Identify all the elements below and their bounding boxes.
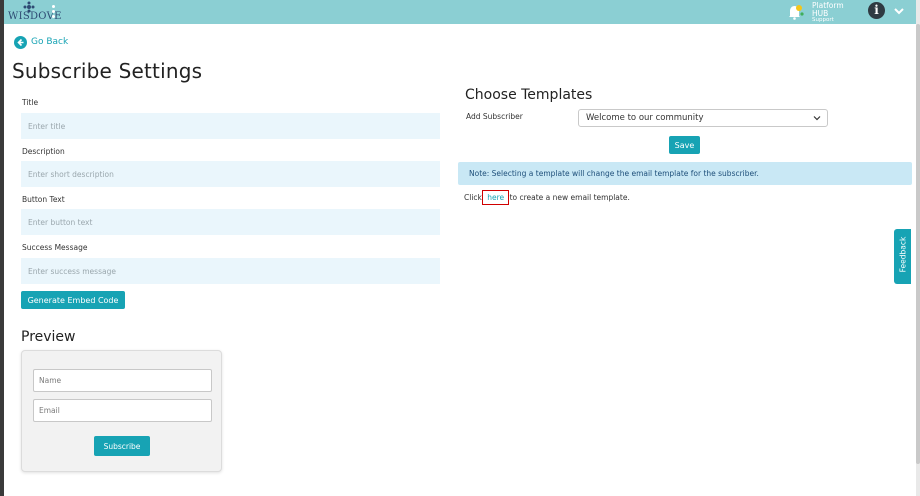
- app-logo[interactable]: WISDOVE: [8, 1, 61, 23]
- generate-embed-code-button[interactable]: Generate Embed Code: [21, 291, 125, 309]
- go-back-link[interactable]: Go Back: [14, 35, 68, 49]
- template-select-value: Welcome to our community: [586, 113, 704, 123]
- here-link[interactable]: here: [482, 190, 510, 205]
- description-label: Description: [22, 147, 65, 156]
- notification-bell-icon[interactable]: [786, 3, 804, 21]
- preview-title: Preview: [21, 329, 76, 345]
- success-message-label: Success Message: [22, 243, 88, 252]
- feedback-label: Feedback: [898, 236, 908, 273]
- feedback-tab[interactable]: Feedback: [894, 229, 911, 284]
- button-text-label: Button Text: [22, 195, 65, 204]
- preview-name-input[interactable]: [33, 369, 212, 392]
- kebab-menu-icon[interactable]: [52, 4, 56, 20]
- create-template-hint: Click here to create a new email templat…: [464, 190, 630, 205]
- template-note: Note: Selecting a template will change t…: [458, 162, 912, 185]
- success-message-input[interactable]: [21, 258, 440, 284]
- title-input[interactable]: [21, 113, 440, 139]
- top-navbar: WISDOVE Platform HUB Support i: [4, 0, 916, 24]
- save-button[interactable]: Save: [669, 136, 700, 154]
- click-suffix: to create a new email template.: [509, 193, 630, 202]
- chevron-down-icon: [813, 116, 821, 121]
- scrollbar-thumb[interactable]: [916, 24, 920, 464]
- platform-hub-subtitle: Support: [812, 17, 834, 23]
- preview-email-input[interactable]: [33, 399, 212, 422]
- choose-templates-title: Choose Templates: [465, 87, 593, 103]
- platform-hub-label[interactable]: Platform HUB Support: [812, 2, 862, 24]
- click-prefix: Click: [464, 193, 482, 202]
- arrow-left-icon: [14, 35, 27, 49]
- platform-hub-title: Platform HUB: [812, 1, 844, 18]
- window-edge: [0, 0, 4, 496]
- add-subscriber-label: Add Subscriber: [466, 112, 523, 121]
- preview-card: Subscribe: [21, 350, 222, 472]
- preview-subscribe-button[interactable]: Subscribe: [94, 436, 150, 456]
- title-label: Title: [22, 98, 39, 107]
- button-text-input[interactable]: [21, 209, 440, 235]
- page-title: Subscribe Settings: [12, 59, 203, 83]
- chevron-down-icon[interactable]: [893, 5, 905, 17]
- description-input[interactable]: [21, 161, 440, 187]
- info-icon[interactable]: i: [868, 2, 885, 19]
- go-back-label: Go Back: [31, 37, 69, 47]
- template-select[interactable]: Welcome to our community: [578, 109, 828, 127]
